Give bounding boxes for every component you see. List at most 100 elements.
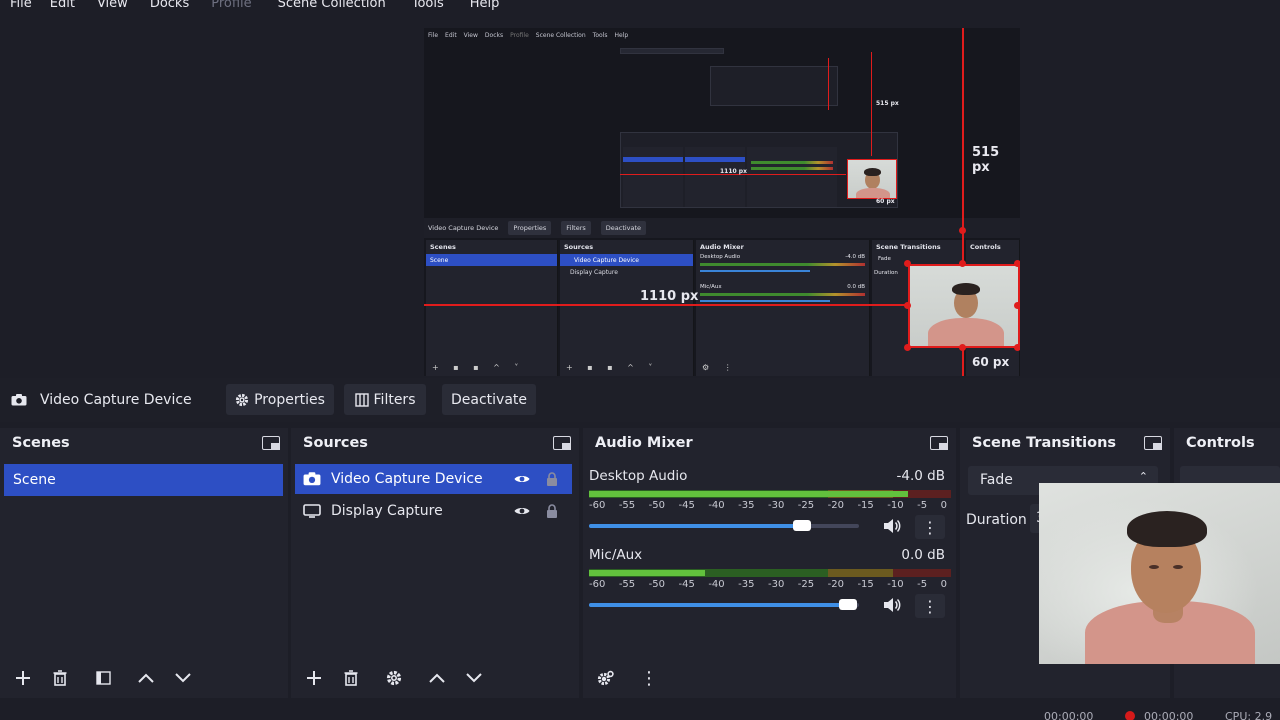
meter-tick-label: -35 [738, 500, 755, 511]
menu-help[interactable]: Help [470, 0, 500, 10]
menu-tools[interactable]: Tools [412, 0, 444, 10]
measure-vertical: 515 px [972, 145, 1000, 175]
resize-handle-tr[interactable] [1014, 260, 1020, 267]
source-item-display-capture[interactable]: Display Capture [295, 496, 572, 526]
volume-slider[interactable]: ⋮ [589, 515, 951, 539]
source-properties-button[interactable] [379, 664, 409, 692]
scene-item[interactable]: Scene [4, 464, 283, 496]
nested-guide-top2 [871, 52, 872, 156]
filters-label: Filters [373, 391, 416, 408]
channel-name: Mic/Aux [589, 547, 643, 563]
nested-scenes-dock: Scenes Scene + ▪ ▪ ^ ˅ [426, 240, 558, 376]
lock-icon[interactable] [546, 472, 558, 486]
remove-scene-button[interactable] [45, 664, 75, 692]
chevron-up-icon: ⌃ [1138, 470, 1148, 483]
resize-handle-l[interactable] [904, 302, 911, 309]
menu-view[interactable]: View [97, 0, 128, 10]
visibility-eye-icon[interactable] [514, 474, 530, 484]
resize-handle-tl[interactable] [904, 260, 911, 267]
meter-ticks: -60 -55 -50 -45 -40 -35 -30 -25 -20 -15 -10 -5 0 [589, 579, 951, 590]
advanced-audio-button[interactable] [591, 664, 621, 692]
resize-handle-t[interactable] [959, 260, 966, 267]
nested-menubar: File Edit View Docks Profile Scene Collection… [428, 31, 629, 39]
meter-tick-label: -20 [827, 579, 844, 590]
meter-tick-label: -45 [678, 579, 695, 590]
chevron-down-icon [466, 673, 482, 683]
volume-slider[interactable]: ⋮ [589, 594, 951, 618]
meter-tick-label: 0 [940, 500, 947, 511]
record-time: 00:00:00 [1144, 710, 1194, 720]
undock-icon[interactable] [262, 436, 280, 450]
source-item-video-capture[interactable]: Video Capture Device [295, 464, 572, 494]
record-dot-icon [1125, 711, 1135, 720]
nested-window-deep [620, 48, 724, 54]
filter-icon [354, 392, 369, 407]
sources-title: Sources [303, 435, 368, 451]
undock-icon[interactable] [930, 436, 948, 450]
move-scene-up-button[interactable] [131, 664, 161, 692]
menu-scene-collection[interactable]: Scene Collection [278, 0, 386, 10]
sources-dock: Sources Video Capture Device Display Cap… [291, 428, 579, 698]
meter-tick-label: -5 [917, 579, 928, 590]
meter-tick-label: -25 [797, 500, 815, 511]
properties-button[interactable]: Properties [226, 384, 334, 415]
undock-icon[interactable] [1144, 436, 1162, 450]
resize-handle-r[interactable] [1014, 302, 1020, 309]
meter-tick-label: -50 [648, 579, 665, 590]
menu-docks[interactable]: Docks [150, 0, 189, 10]
channel-mic-aux: Mic/Aux 0.0 dB -60 -55 -50 -45 -40 -35 -30 -25-… [589, 547, 951, 618]
nested-measure-vertical: 515 px [876, 100, 899, 107]
meter-tick-label: -10 [887, 500, 904, 511]
controls-title: Controls [1186, 435, 1255, 451]
duration-label: Duration [966, 512, 1027, 528]
speaker-icon[interactable] [883, 518, 901, 534]
resize-handle-bl[interactable] [904, 344, 911, 351]
nested-sources-dock: Sources Video Capture Device Display Cap… [560, 240, 694, 376]
scene-filters-button[interactable] [88, 664, 118, 692]
speaker-icon[interactable] [883, 597, 901, 613]
lock-icon[interactable] [546, 504, 558, 518]
status-bar: 00:00:00 00:00:00 CPU: 2.9 [0, 700, 1280, 720]
filter-icon [95, 671, 111, 685]
channel-db: 0.0 dB [901, 547, 945, 563]
visibility-eye-icon[interactable] [514, 506, 530, 516]
remove-source-button[interactable] [336, 664, 366, 692]
meter-tick-label: -60 [589, 500, 606, 511]
source-label: Display Capture [331, 503, 443, 519]
preview-area[interactable]: File Edit View Docks Profile Scene Collection… [0, 14, 1280, 376]
meter-tick-label: -20 [827, 500, 844, 511]
webcam-overlay [1039, 483, 1280, 664]
trash-icon [53, 670, 67, 686]
resize-handle-b[interactable] [959, 344, 966, 351]
channel-menu-button[interactable]: ⋮ [915, 515, 945, 539]
resize-handle-br[interactable] [1014, 344, 1020, 351]
menubar: File Edit View Docks Profile Scene Colle… [0, 0, 1280, 14]
source-toolbar: Video Capture Device [0, 378, 1280, 422]
menu-file[interactable]: File [10, 0, 32, 10]
slider-knob[interactable] [793, 520, 811, 531]
selected-source-bounding-box[interactable] [908, 264, 1020, 348]
move-source-up-button[interactable] [422, 664, 452, 692]
slider-knob[interactable] [839, 599, 857, 610]
undock-icon[interactable] [553, 436, 571, 450]
cpu-usage: CPU: 2.9 [1225, 710, 1273, 720]
filters-button[interactable]: Filters [344, 384, 426, 415]
add-scene-button[interactable] [8, 664, 38, 692]
deactivate-button[interactable]: Deactivate [442, 384, 536, 415]
measure-bottom: 60 px [972, 355, 1010, 369]
scenes-title: Scenes [12, 435, 70, 451]
menu-edit[interactable]: Edit [50, 0, 75, 10]
menu-profile[interactable]: Profile [211, 0, 251, 10]
channel-menu-button[interactable]: ⋮ [915, 594, 945, 618]
volume-fill [589, 524, 802, 528]
move-scene-down-button[interactable] [168, 664, 198, 692]
move-source-down-button[interactable] [459, 664, 489, 692]
add-source-button[interactable] [299, 664, 329, 692]
camera-icon [11, 394, 27, 406]
preview-canvas[interactable]: File Edit View Docks Profile Scene Collection… [424, 28, 1020, 376]
camera-icon [303, 472, 321, 486]
mixer-menu-button[interactable]: ⋮ [634, 664, 664, 692]
stream-time: 00:00:00 [1044, 710, 1094, 720]
gear-icon [597, 670, 614, 686]
meter-tick-label: -30 [767, 579, 785, 590]
